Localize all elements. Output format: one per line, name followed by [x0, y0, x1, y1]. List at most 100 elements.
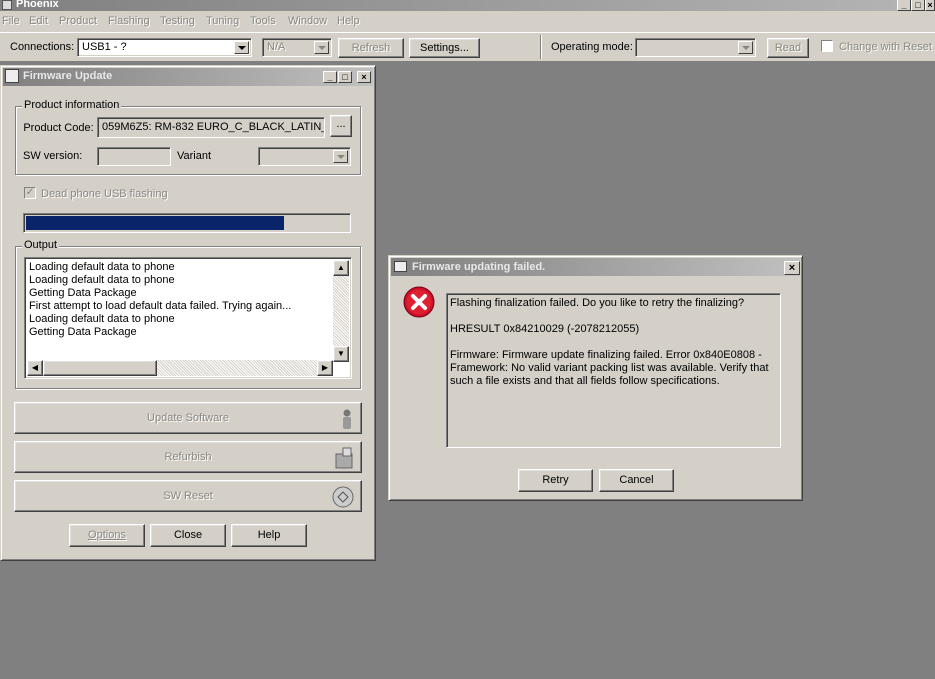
refurbish-icon	[333, 446, 355, 470]
scroll-right-button[interactable]: ▶	[317, 360, 333, 376]
error-message-2: HRESULT 0x84210029 (-2078212055)	[450, 323, 640, 335]
app-title-bar: Phoenix _ □ ×	[0, 0, 935, 11]
phoenix-app-icon	[2, 0, 12, 10]
na-value: N/A	[267, 41, 286, 53]
options-button[interactable]: Options	[69, 524, 145, 547]
app-title: Phoenix	[16, 0, 59, 10]
refresh-button[interactable]: Refresh	[338, 38, 404, 58]
error-message-3: Firmware: Firmware update finalizing fai…	[450, 349, 769, 387]
menu-help[interactable]: Help	[337, 15, 360, 27]
menu-bar: File Edit Product Flashing Testing Tunin…	[0, 11, 935, 32]
scroll-left-button[interactable]: ◀	[27, 360, 43, 376]
output-vertical-scrollbar[interactable]: ▲ ▼	[333, 260, 349, 362]
firmware-maximize-button[interactable]: □	[338, 71, 352, 83]
chevron-down-icon	[317, 45, 326, 50]
product-code-browse-button[interactable]: ...	[330, 115, 352, 137]
operating-mode-dropdown-button[interactable]	[738, 41, 753, 54]
update-software-label: Update Software	[147, 412, 229, 424]
firmware-window-icon	[5, 69, 19, 83]
sw-version-field[interactable]	[97, 147, 171, 166]
operating-mode-combo[interactable]	[635, 38, 756, 57]
output-line: Getting Data Package	[29, 326, 137, 338]
settings-button[interactable]: Settings...	[409, 38, 480, 58]
menu-window[interactable]: Window	[288, 15, 327, 27]
update-software-button[interactable]: Update Software	[14, 402, 362, 434]
menu-flashing[interactable]: Flashing	[108, 15, 150, 27]
scroll-up-button[interactable]: ▲	[333, 260, 349, 276]
read-button[interactable]: Read	[767, 38, 809, 58]
output-log[interactable]: Loading default data to phone Loading de…	[24, 257, 352, 379]
change-with-reset-label: Change with Reset	[839, 41, 932, 53]
connections-dropdown-button[interactable]	[234, 41, 249, 54]
chevron-down-icon	[237, 45, 246, 50]
chevron-down-icon	[336, 154, 345, 159]
firmware-close-button[interactable]: ×	[357, 71, 371, 83]
error-dialog-title: Firmware updating failed.	[412, 261, 546, 273]
error-message-box: Flashing finalization failed. Do you lik…	[446, 293, 781, 448]
sw-version-label: SW version:	[23, 150, 83, 162]
person-icon	[341, 409, 351, 429]
app-minimize-button[interactable]: _	[897, 0, 911, 11]
error-dialog-title-bar: Firmware updating failed. ×	[391, 258, 800, 276]
error-message-1: Flashing finalization failed. Do you lik…	[450, 297, 745, 309]
menu-edit[interactable]: Edit	[29, 15, 48, 27]
menu-tuning[interactable]: Tuning	[206, 15, 239, 27]
output-line: First attempt to load default data faile…	[29, 300, 292, 312]
connections-label: Connections:	[10, 41, 75, 53]
menu-product[interactable]: Product	[59, 15, 97, 27]
scroll-down-button[interactable]: ▼	[333, 346, 349, 362]
firmware-update-window: Firmware Update _ □ × Product informatio…	[0, 65, 376, 561]
help-label: Help	[257, 529, 281, 541]
dialog-close-button[interactable]: ×	[784, 261, 800, 275]
variant-combo[interactable]	[258, 147, 351, 166]
help-button[interactable]: Help	[231, 524, 307, 547]
product-code-value: 059M6Z5: RM-832 EURO_C_BLACK_LATIN_A	[102, 121, 325, 133]
dead-phone-checkbox[interactable]: ✓	[24, 187, 36, 199]
sw-reset-label: SW Reset	[163, 490, 213, 502]
output-horizontal-scrollbar[interactable]: ◀ ▶	[27, 360, 333, 376]
options-label: Options	[88, 529, 126, 541]
connections-combo[interactable]: USB1 - ?	[77, 38, 252, 57]
dialog-window-icon	[394, 261, 407, 272]
dead-phone-label: Dead phone USB flashing	[41, 188, 168, 200]
change-with-reset-checkbox[interactable]	[821, 40, 833, 52]
close-label: Close	[173, 529, 203, 541]
firmware-minimize-button[interactable]: _	[323, 71, 337, 83]
app-close-button[interactable]: ×	[925, 0, 935, 11]
na-combo[interactable]: N/A	[262, 38, 332, 57]
close-button[interactable]: Close	[150, 524, 226, 547]
firmware-window-title: Firmware Update	[23, 70, 113, 82]
error-message-text: Flashing finalization failed. Do you lik…	[450, 297, 770, 388]
output-line: Getting Data Package	[29, 287, 137, 299]
connections-value: USB1 - ?	[82, 41, 127, 53]
refurbish-button[interactable]: Refurbish	[14, 441, 362, 473]
product-code-label-text: Product Code:	[23, 122, 94, 134]
app-maximize-button[interactable]: □	[911, 0, 925, 11]
menu-file[interactable]: File	[2, 15, 20, 27]
firmware-window-title-bar: Firmware Update _ □ ×	[3, 68, 373, 86]
product-information-label: Product information	[22, 99, 122, 111]
scroll-thumb[interactable]	[43, 360, 157, 376]
menu-tools[interactable]: Tools	[250, 15, 276, 27]
retry-button[interactable]: Retry	[518, 469, 593, 492]
output-label: Output	[22, 239, 60, 251]
variant-label: Variant	[177, 150, 212, 162]
output-line: Loading default data to phone	[29, 313, 175, 325]
cancel-button[interactable]: Cancel	[599, 469, 674, 492]
operating-mode-label: Operating mode:	[551, 41, 633, 53]
menu-testing[interactable]: Testing	[160, 15, 195, 27]
product-code-label: PProduct Code:	[23, 122, 94, 134]
reset-icon	[331, 485, 355, 509]
toolbar: Connections: USB1 - ? N/A Refresh Settin…	[0, 32, 935, 62]
error-icon	[403, 286, 435, 318]
flash-progress-fill	[26, 216, 284, 230]
output-log-text: Loading default data to phone Loading de…	[29, 261, 291, 339]
sw-reset-button[interactable]: SW Reset	[14, 480, 362, 512]
refurbish-label: Refurbish	[164, 451, 212, 463]
error-dialog: Firmware updating failed. × Flashing fin…	[388, 255, 803, 501]
product-code-field[interactable]: 059M6Z5: RM-832 EURO_C_BLACK_LATIN_A	[97, 117, 325, 138]
variant-dropdown-button[interactable]	[333, 150, 348, 163]
flash-progress-bar	[23, 213, 351, 233]
na-dropdown-button[interactable]	[314, 41, 329, 54]
chevron-down-icon	[741, 45, 750, 50]
